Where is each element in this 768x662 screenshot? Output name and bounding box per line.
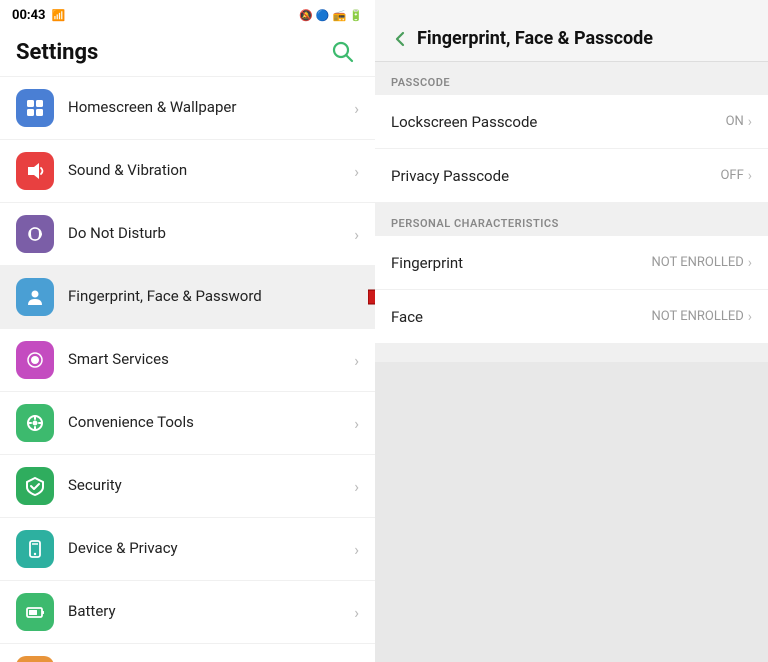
battery-chevron: ›: [354, 603, 359, 622]
lockscreen-passcode-label: Lockscreen Passcode: [391, 113, 726, 131]
sidebar-item-smartservices[interactable]: Smart Services ›: [0, 329, 375, 392]
privacy-passcode-label: Privacy Passcode: [391, 167, 720, 185]
sidebar-item-conveniencetools[interactable]: Convenience Tools ›: [0, 392, 375, 455]
fingerprint-item[interactable]: Fingerprint NOT ENROLLED ›: [375, 236, 768, 290]
battery-icon: [16, 593, 54, 631]
homescreen-icon: [16, 89, 54, 127]
passcode-section-header: PASSCODE: [375, 62, 768, 95]
conveniencetools-icon: [16, 404, 54, 442]
sound-icon: [16, 152, 54, 190]
conveniencetools-label: Convenience Tools: [68, 413, 354, 433]
homescreen-chevron: ›: [354, 99, 359, 118]
right-header: Fingerprint, Face & Passcode: [375, 0, 768, 62]
face-detail-value: NOT ENROLLED: [651, 309, 743, 324]
homescreen-label: Homescreen & Wallpaper: [68, 98, 354, 118]
sound-chevron: ›: [354, 162, 359, 181]
right-content: PASSCODE Lockscreen Passcode ON › Privac…: [375, 62, 768, 362]
sidebar-item-sound[interactable]: Sound & Vibration ›: [0, 140, 375, 203]
sidebar-item-security[interactable]: Security ›: [0, 455, 375, 518]
face-item[interactable]: Face NOT ENROLLED ›: [375, 290, 768, 344]
settings-title: Settings: [16, 40, 98, 65]
smartservices-label: Smart Services: [68, 350, 354, 370]
back-button[interactable]: [391, 30, 409, 48]
deviceprivacy-label: Device & Privacy: [68, 539, 354, 559]
left-panel: 00:43 📶 🔕 🔵 📻 🔋 Settings: [0, 0, 375, 662]
sidebar-item-deviceprivacy[interactable]: Device & Privacy ›: [0, 518, 375, 581]
donotdisturb-icon: [16, 215, 54, 253]
sidebar-item-donotdisturb[interactable]: Do Not Disturb ›: [0, 203, 375, 266]
donotdisturb-label: Do Not Disturb: [68, 224, 354, 244]
smartservices-chevron: ›: [354, 351, 359, 370]
lockscreen-passcode-chevron: ›: [748, 114, 752, 130]
settings-list: Homescreen & Wallpaper › Sound & Vibrati…: [0, 77, 375, 662]
fingerprint-detail-label: Fingerprint: [391, 254, 651, 272]
lockscreen-passcode-item[interactable]: Lockscreen Passcode ON ›: [375, 95, 768, 149]
settings-header: Settings: [0, 28, 375, 77]
sidebar-item-fingerprint[interactable]: Fingerprint, Face & Password: [0, 266, 375, 329]
security-chevron: ›: [354, 477, 359, 496]
sidebar-item-homescreen[interactable]: Homescreen & Wallpaper ›: [0, 77, 375, 140]
digitalwellbeing-icon: [16, 656, 54, 662]
sidebar-item-battery[interactable]: Battery ›: [0, 581, 375, 644]
status-bar: 00:43 📶 🔕 🔵 📻 🔋: [0, 0, 375, 28]
deviceprivacy-icon: [16, 530, 54, 568]
fingerprint-icon: [16, 278, 54, 316]
privacy-passcode-chevron: ›: [748, 168, 752, 184]
security-label: Security: [68, 476, 354, 496]
personal-characteristics-header: PERSONAL CHARACTERISTICS: [375, 203, 768, 236]
fingerprint-label: Fingerprint, Face & Password: [68, 287, 359, 307]
status-icons: 🔕 🔵 📻 🔋: [299, 9, 363, 22]
right-bottom-empty: [375, 362, 768, 662]
sidebar-item-digitalwellbeing[interactable]: Digital Wellbeing & parental controls ›: [0, 644, 375, 662]
donotdisturb-chevron: ›: [354, 225, 359, 244]
smartservices-icon: [16, 341, 54, 379]
status-time: 00:43 📶: [12, 8, 65, 23]
security-icon: [16, 467, 54, 505]
conveniencetools-chevron: ›: [354, 414, 359, 433]
deviceprivacy-chevron: ›: [354, 540, 359, 559]
fingerprint-detail-chevron: ›: [748, 255, 752, 271]
right-panel: Fingerprint, Face & Passcode PASSCODE Lo…: [375, 0, 768, 662]
face-detail-label: Face: [391, 308, 651, 326]
search-button[interactable]: [327, 36, 359, 68]
red-arrow-annotation: [368, 278, 375, 316]
sound-label: Sound & Vibration: [68, 161, 354, 181]
battery-label: Battery: [68, 602, 354, 622]
privacy-passcode-value: OFF: [720, 168, 743, 183]
fingerprint-detail-value: NOT ENROLLED: [651, 255, 743, 270]
lockscreen-passcode-value: ON: [726, 114, 744, 129]
right-panel-title: Fingerprint, Face & Passcode: [417, 28, 653, 49]
privacy-passcode-item[interactable]: Privacy Passcode OFF ›: [375, 149, 768, 203]
face-detail-chevron: ›: [748, 309, 752, 325]
